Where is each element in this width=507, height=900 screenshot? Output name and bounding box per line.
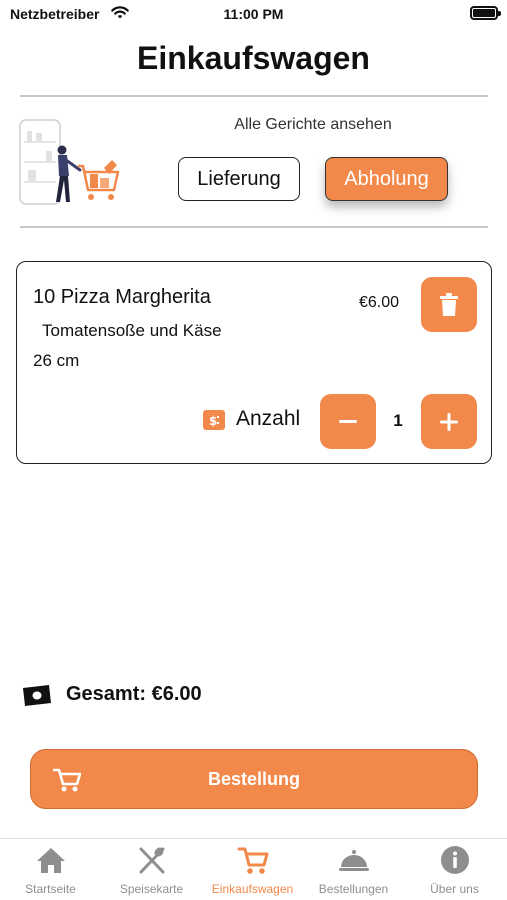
delivery-button[interactable]: Lieferung [178, 157, 300, 201]
tab-orders[interactable]: Bestellungen [303, 839, 404, 900]
utensils-icon [139, 847, 165, 874]
cart-icon [237, 847, 269, 874]
place-order-button[interactable]: Bestellung [30, 749, 478, 809]
page-title: Einkaufswagen [137, 40, 370, 76]
view-all-dishes-link[interactable]: Alle Gerichte ansehen [198, 116, 428, 134]
plus-icon [440, 412, 458, 431]
cloche-icon [339, 850, 369, 871]
tab-bar: Startseite Speisekarte Einkaufswagen Bes… [0, 838, 507, 900]
top-divider [20, 95, 488, 97]
increase-quantity-button[interactable] [421, 394, 477, 449]
tab-label-cart: Einkaufswagen [211, 882, 294, 896]
section-divider [20, 226, 488, 228]
tab-menu[interactable]: Speisekarte [101, 839, 202, 900]
item-description: Tomatensoße und Käse [42, 321, 222, 340]
tab-about[interactable]: Über uns [404, 839, 505, 900]
item-size: 26 cm [33, 351, 80, 370]
tab-label-about: Über uns [430, 882, 479, 896]
delete-item-button[interactable] [421, 277, 477, 332]
info-icon [441, 846, 469, 874]
status-time: 11:00 PM [223, 6, 284, 22]
tab-label-menu: Speisekarte [119, 882, 184, 896]
decrease-quantity-button[interactable] [320, 394, 376, 449]
shopping-illustration [19, 119, 120, 205]
money-icon [23, 685, 51, 706]
order-total: Gesamt: €6.00 [66, 683, 202, 705]
tab-cart[interactable]: Einkaufswagen [202, 839, 303, 900]
svg-text:$: $ [209, 414, 217, 428]
quantity-icon: $ [203, 410, 225, 430]
place-order-label: Bestellung [207, 769, 300, 789]
battery-icon [470, 6, 501, 20]
pickup-button[interactable]: Abholung [325, 157, 448, 201]
item-name: 10 Pizza Margherita [33, 286, 211, 308]
minus-icon [339, 419, 357, 423]
cart-item-card: 10 Pizza Margherita Tomatensoße und Käse… [16, 261, 492, 464]
tab-label-home: Startseite [25, 882, 76, 896]
quantity-label: Anzahl [236, 407, 301, 430]
quantity-value: 1 [393, 411, 403, 430]
tab-label-orders: Bestellungen [318, 882, 389, 896]
item-price: €6.00 [359, 294, 400, 311]
tab-home[interactable]: Startseite [0, 839, 101, 900]
trash-icon [440, 292, 458, 316]
home-icon [37, 848, 65, 873]
status-bar: Netzbetreiber 11:00 PM [0, 0, 507, 28]
